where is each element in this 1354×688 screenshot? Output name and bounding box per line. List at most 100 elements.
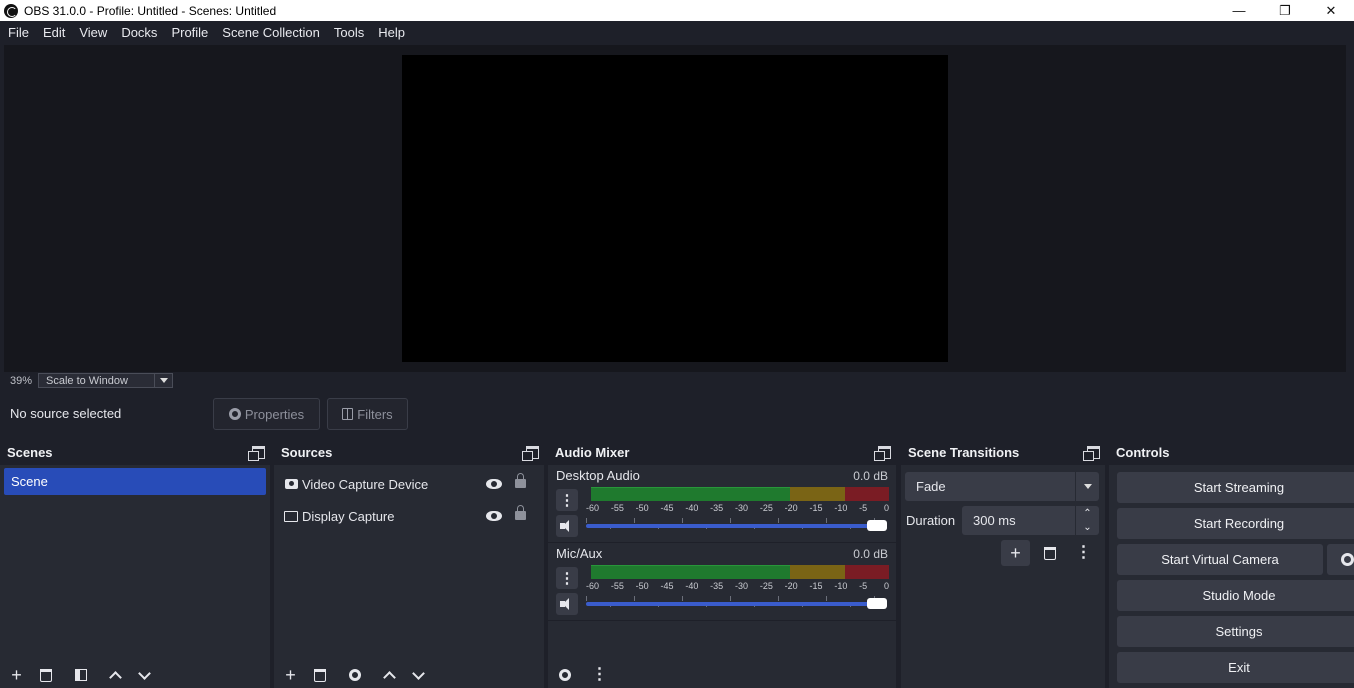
eye-icon[interactable] (486, 479, 502, 489)
add-icon[interactable]: + (1001, 540, 1030, 566)
close-icon[interactable]: ✕ (1308, 0, 1354, 21)
scale-tick-label: -20 (784, 503, 798, 513)
channel-level: 0.0 dB (853, 469, 888, 483)
preview-canvas[interactable] (402, 55, 948, 362)
scale-tick-label: -50 (635, 581, 649, 591)
meter-scale: -60 -55 -50 -45 -40 -35 -30 -25 -20 -15 … (586, 503, 894, 513)
scenes-dock: Scenes Scene + (0, 440, 270, 688)
channel-level: 0.0 dB (853, 547, 888, 561)
trash-icon[interactable] (31, 663, 60, 687)
properties-button[interactable]: Properties (213, 398, 320, 430)
menu-profile[interactable]: Profile (164, 21, 215, 45)
window-controls: — ❐ ✕ (1216, 0, 1354, 21)
gear-icon[interactable] (340, 663, 369, 687)
start-streaming-button[interactable]: Start Streaming (1117, 472, 1354, 503)
preview-zoom-bar: 39% Scale to Window (4, 372, 1346, 389)
trash-icon[interactable] (1035, 540, 1064, 566)
menu-edit[interactable]: Edit (36, 21, 72, 45)
mixer-footer: ⋮ (550, 662, 896, 688)
mute-button[interactable] (556, 593, 578, 615)
chevron-up-icon[interactable] (375, 663, 404, 687)
camera-icon (284, 477, 298, 491)
controls-dock: Controls Start Streaming Start Recording… (1109, 440, 1354, 688)
kebab-icon[interactable]: ⋮ (556, 567, 578, 589)
scene-transitions-body: Fade Duration 300 ms ⌃ ⌄ + ⋮ (901, 465, 1105, 688)
menu-view[interactable]: View (72, 21, 114, 45)
kebab-icon[interactable]: ⋮ (585, 663, 614, 687)
start-virtual-camera-button[interactable]: Start Virtual Camera (1117, 544, 1323, 575)
scene-filters-icon[interactable] (66, 663, 95, 687)
chevron-down-icon[interactable] (130, 663, 159, 687)
meter-scale: -60 -55 -50 -45 -40 -35 -30 -25 -20 -15 … (586, 581, 894, 591)
menu-docks[interactable]: Docks (114, 21, 164, 45)
menu-file[interactable]: File (1, 21, 36, 45)
menu-tools[interactable]: Tools (327, 21, 371, 45)
audio-mixer-body: Desktop Audio 0.0 dB ⋮ -60 -55 -50 -45 -… (548, 465, 896, 688)
minimize-icon[interactable]: — (1216, 0, 1262, 21)
chevron-down-icon[interactable] (1075, 472, 1099, 501)
volume-slider-handle[interactable] (867, 598, 887, 609)
kebab-icon[interactable]: ⋮ (556, 489, 578, 511)
chevron-up-icon[interactable] (101, 663, 130, 687)
source-item[interactable]: Video Capture Device (284, 471, 534, 497)
mute-button[interactable] (556, 515, 578, 537)
sources-title: Sources (281, 445, 333, 460)
scale-tick-label: -45 (660, 503, 674, 513)
undock-icon[interactable] (522, 445, 539, 461)
menu-help[interactable]: Help (371, 21, 412, 45)
preview-area[interactable] (4, 45, 1346, 372)
spin-down-icon[interactable]: ⌄ (1083, 522, 1091, 533)
scale-tick-label: -55 (610, 503, 624, 513)
kebab-icon[interactable]: ⋮ (1069, 540, 1098, 566)
undock-icon[interactable] (874, 445, 891, 461)
settings-button[interactable]: Settings (1117, 616, 1354, 647)
undock-icon[interactable] (1083, 445, 1100, 461)
scenes-title: Scenes (7, 445, 53, 460)
scale-tick-label: -10 (834, 581, 848, 591)
volume-slider[interactable] (586, 518, 888, 531)
controls-body: Start Streaming Start Recording Start Vi… (1109, 465, 1354, 688)
volume-slider[interactable] (586, 596, 888, 609)
eye-icon[interactable] (486, 511, 502, 521)
exit-button[interactable]: Exit (1117, 652, 1354, 683)
advanced-audio-gear-icon[interactable] (550, 663, 579, 687)
source-item[interactable]: Display Capture (284, 503, 534, 529)
volume-meter (591, 487, 889, 501)
virtual-camera-settings-button[interactable] (1327, 544, 1354, 575)
gear-icon (228, 408, 241, 420)
volume-slider-handle[interactable] (867, 520, 887, 531)
controls-title: Controls (1116, 445, 1170, 460)
scale-tick-label: -55 (610, 581, 624, 591)
add-icon[interactable]: + (276, 663, 305, 687)
duration-spinner[interactable]: ⌃ ⌄ (1075, 506, 1099, 535)
sources-list: Video Capture Device Display Capture + (274, 465, 544, 688)
filters-button[interactable]: Filters (327, 398, 408, 430)
gear-icon (1340, 553, 1354, 566)
spin-up-icon[interactable]: ⌃ (1083, 508, 1091, 519)
sources-dock: Sources Video Capture Device Display Cap… (274, 440, 544, 688)
chevron-down-icon[interactable] (404, 663, 433, 687)
transition-select[interactable]: Fade (905, 472, 1099, 501)
restore-icon[interactable]: ❐ (1262, 0, 1308, 21)
scale-mode-select[interactable]: Scale to Window (38, 373, 173, 388)
trash-icon[interactable] (305, 663, 334, 687)
add-icon[interactable]: + (2, 663, 31, 687)
audio-mixer-title: Audio Mixer (555, 445, 630, 460)
undock-icon[interactable] (248, 445, 265, 461)
scale-tick-label: -40 (685, 503, 699, 513)
scale-tick-label: -25 (759, 503, 773, 513)
duration-input[interactable]: 300 ms ⌃ ⌄ (962, 506, 1099, 535)
start-recording-button[interactable]: Start Recording (1117, 508, 1354, 539)
controls-header: Controls (1109, 440, 1354, 465)
sources-footer: + (276, 662, 544, 688)
lock-icon[interactable] (515, 473, 526, 488)
menu-scene-collection[interactable]: Scene Collection (215, 21, 327, 45)
zoom-level: 39% (10, 374, 33, 387)
studio-mode-button[interactable]: Studio Mode (1117, 580, 1354, 611)
scale-tick-label: -20 (784, 581, 798, 591)
chevron-down-icon[interactable] (154, 374, 172, 387)
scale-tick-label: -50 (635, 503, 649, 513)
scene-item[interactable]: Scene (4, 468, 266, 495)
lock-icon[interactable] (515, 505, 526, 520)
scale-tick-label: 0 (884, 581, 890, 591)
